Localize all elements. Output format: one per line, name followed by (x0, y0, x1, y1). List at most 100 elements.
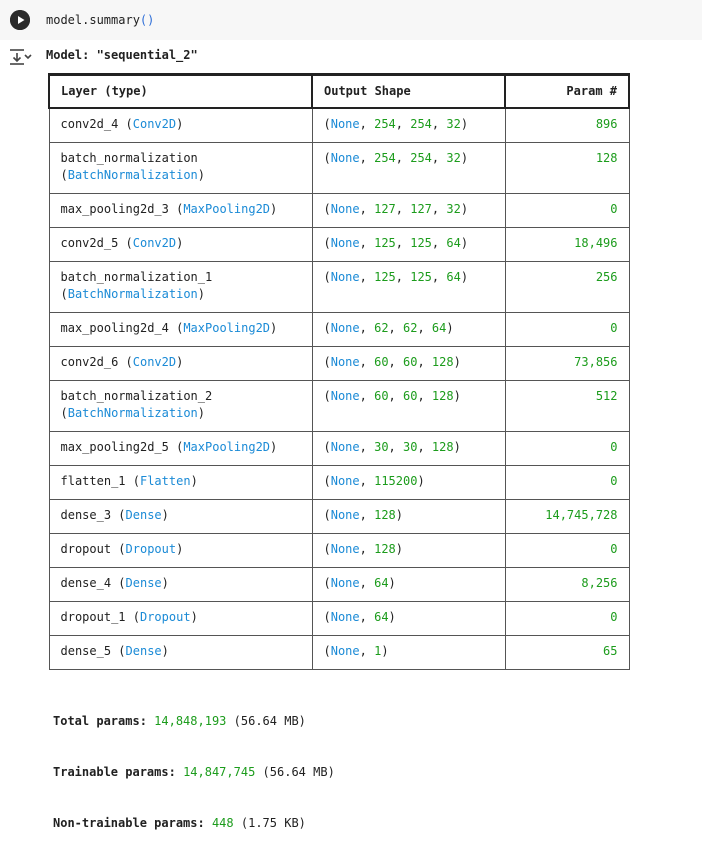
shape-punct: , (431, 202, 447, 216)
param-count-cell: 0 (504, 533, 630, 568)
shape-punct: , (431, 236, 447, 250)
shape-batch-dim: None (330, 270, 360, 284)
shape-open-paren: ( (323, 151, 331, 165)
shape-punct: ) (381, 644, 389, 658)
param-count-cell: 0 (504, 601, 630, 636)
shape-dim-value: 62 (374, 321, 389, 335)
table-row: dense_3 (Dense) (None, 128) 14,745,728 (48, 499, 630, 534)
layer-class: BatchNormalization (67, 406, 198, 420)
trainable-params-label: Trainable params: (53, 765, 176, 779)
shape-punct: , (388, 440, 403, 454)
param-count-cell: 18,496 (504, 227, 630, 262)
layer-name: dropout (60, 542, 112, 556)
trainable-params-line: Trainable params: 14,847,745 (56.64 MB) (53, 764, 335, 781)
output-shape-cell: (None, 254, 254, 32) (311, 142, 506, 194)
shape-punct: , (359, 542, 375, 556)
output-shape-cell: (None, 115200) (311, 465, 506, 500)
shape-punct: , (388, 389, 403, 403)
layer-class: MaxPooling2D (183, 321, 271, 335)
layer-class: BatchNormalization (67, 287, 198, 301)
layer-class: Dense (125, 508, 162, 522)
total-params-size: (56.64 MB) (233, 714, 306, 728)
shape-open-paren: ( (323, 542, 331, 556)
shape-punct: ) (453, 440, 461, 454)
shape-punct: , (359, 474, 375, 488)
shape-punct: , (388, 321, 403, 335)
table-row: dropout (Dropout) (None, 128) 0 (48, 533, 630, 568)
layer-cell: conv2d_5 (Conv2D) (48, 227, 313, 262)
shape-punct: , (431, 117, 447, 131)
code-editor[interactable]: model.summary() (46, 12, 154, 28)
shape-dims: , 254, 254, 32) (360, 151, 468, 165)
param-count-cell: 73,856 (504, 346, 630, 381)
shape-punct: ) (395, 508, 404, 522)
shape-dim-value: 128 (374, 542, 396, 556)
shape-dim-value: 115200 (374, 474, 418, 488)
output-shape-cell: (None, 64) (311, 601, 506, 636)
shape-batch-dim: None (330, 576, 360, 590)
shape-batch-dim: None (330, 202, 360, 216)
output-shape-cell: (None, 60, 60, 128) (311, 346, 506, 381)
shape-dims: , 60, 60, 128) (360, 355, 461, 369)
shape-dims: , 60, 60, 128) (360, 389, 461, 403)
layer-cell: batch_normalization (BatchNormalization) (48, 142, 313, 194)
shape-open-paren: ( (323, 576, 331, 590)
shape-dim-value: 60 (403, 389, 418, 403)
shape-punct: ) (388, 576, 396, 590)
shape-open-paren: ( (323, 355, 331, 369)
shape-open-paren: ( (323, 202, 331, 216)
layer-cell: max_pooling2d_3 (MaxPooling2D) (48, 193, 313, 228)
shape-punct: , (395, 236, 411, 250)
param-count-cell: 8,256 (504, 567, 630, 602)
nontrainable-params-label: Non-trainable params: (53, 816, 205, 830)
shape-punct: , (417, 389, 432, 403)
shape-open-paren: ( (323, 270, 331, 284)
shape-open-paren: ( (323, 610, 331, 624)
layer-cell: max_pooling2d_5 (MaxPooling2D) (48, 431, 313, 466)
shape-dims: , 128) (360, 542, 403, 556)
notebook-cell: model.summary() Model: "sequential_2" La… (0, 0, 702, 830)
param-count-cell: 256 (504, 261, 630, 313)
layer-class: Dropout (125, 542, 177, 556)
shape-punct: , (359, 389, 375, 403)
shape-dim-value: 30 (403, 440, 418, 454)
header-output-shape: Output Shape (311, 73, 506, 109)
table-row: batch_normalization (BatchNormalization)… (48, 142, 630, 194)
shape-batch-dim: None (330, 644, 360, 658)
shape-punct: ) (460, 117, 469, 131)
shape-open-paren: ( (323, 389, 331, 403)
table-row: batch_normalization_1 (BatchNormalizatio… (48, 261, 630, 313)
run-cell-button[interactable] (10, 10, 30, 30)
param-count-cell: 0 (504, 431, 630, 466)
layer-class: BatchNormalization (67, 168, 198, 182)
shape-dim-value: 62 (403, 321, 418, 335)
header-layer-type: Layer (type) (48, 73, 313, 109)
layer-class: Conv2D (132, 117, 177, 131)
shape-dim-value: 60 (403, 355, 418, 369)
layer-class: Dropout (139, 610, 191, 624)
shape-punct: ) (460, 270, 469, 284)
shape-dim-value: 125 (410, 236, 432, 250)
output-shape-cell: (None, 64) (311, 567, 506, 602)
code-input-row[interactable]: model.summary() (0, 0, 702, 40)
shape-punct: , (359, 117, 375, 131)
output-shape-cell: (None, 125, 125, 64) (311, 261, 506, 313)
shape-open-paren: ( (323, 474, 331, 488)
layer-cell: dense_4 (Dense) (48, 567, 313, 602)
output-collapse-icon[interactable] (8, 46, 32, 68)
shape-dims: , 62, 62, 64) (360, 321, 454, 335)
layer-cell: batch_normalization_2 (BatchNormalizatio… (48, 380, 313, 432)
layer-cell: dense_3 (Dense) (48, 499, 313, 534)
shape-dim-value: 32 (446, 202, 461, 216)
shape-punct: , (395, 270, 411, 284)
play-icon (10, 10, 30, 30)
shape-punct: , (359, 270, 375, 284)
shape-dims: , 254, 254, 32) (360, 117, 468, 131)
layer-name: batch_normalization (60, 151, 198, 165)
layer-class: MaxPooling2D (183, 440, 271, 454)
shape-punct: , (359, 508, 375, 522)
layer-name: max_pooling2d_3 (60, 202, 169, 216)
shape-punct: ) (460, 202, 469, 216)
shape-dim-value: 254 (410, 117, 432, 131)
layer-name: max_pooling2d_4 (60, 321, 169, 335)
